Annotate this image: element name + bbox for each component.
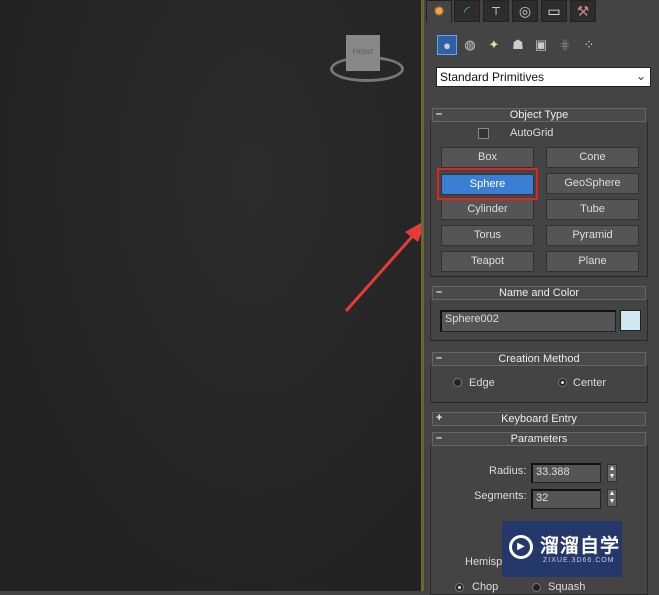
modify-icon: ◜ [464,2,470,19]
play-logo-icon: ▶ [509,535,533,559]
collapse-icon: – [436,352,443,364]
sphere-highlight-box [437,168,538,200]
edge-radio[interactable] [453,378,462,387]
collapse-icon: – [436,432,443,444]
object-name-input[interactable]: Sphere002 [440,310,616,332]
dropdown-value: Standard Primitives [440,70,545,84]
expand-icon: + [436,412,443,424]
name-color-rollout-header[interactable]: – Name and Color [432,286,646,300]
collapse-icon: – [436,286,443,298]
radius-spinner[interactable]: ▲ ▼ [607,464,617,482]
chevron-down-icon: ⌄ [635,69,646,83]
keyboard-entry-rollout-header[interactable]: + Keyboard Entry [432,412,646,426]
display-icon: ▭ [547,2,561,19]
object-type-rollout-header[interactable]: – Object Type [432,108,646,122]
motion-icon: ◎ [518,2,532,19]
torus-button[interactable]: Torus [441,225,534,246]
watermark-url: ZIXUE.3D66.COM [543,557,615,564]
hierarchy-icon: ⊤ [491,5,501,18]
box-button[interactable]: Box [441,147,534,168]
plane-button[interactable]: Plane [546,251,639,272]
helpers-icon[interactable]: ▣ [531,35,551,55]
autogrid-checkbox[interactable] [478,128,489,139]
chop-label: Chop [472,581,499,593]
watermark-text: 溜溜自学 [540,536,621,557]
hierarchy-tab[interactable]: ⊤ [483,0,509,22]
utilities-tab[interactable]: ⚒ [570,0,596,22]
geosphere-button[interactable]: GeoSphere [546,173,639,194]
edge-label: Edge [469,377,495,389]
squash-label: Squash [548,581,586,593]
lights-icon[interactable]: ✦ [484,35,504,55]
creation-method-rollout [430,365,648,403]
utilities-icon: ⚒ [576,2,590,19]
radius-input[interactable]: 33.388 [531,463,601,483]
cone-button[interactable]: Cone [546,147,639,168]
center-radio[interactable] [558,378,567,387]
geometry-icon[interactable]: ● [437,35,457,55]
cylinder-button[interactable]: Cylinder [441,199,534,220]
object-color-swatch[interactable] [620,310,641,331]
space-warps-icon[interactable]: ⋕ [555,35,575,55]
rollout-title: Keyboard Entry [501,413,577,425]
teapot-button[interactable]: Teapot [441,251,534,272]
tube-button[interactable]: Tube [546,199,639,220]
create-icon: ✹ [433,3,445,19]
segments-spinner[interactable]: ▲ ▼ [607,489,617,507]
rollout-title: Name and Color [498,287,580,299]
command-panel: ✹ ◜ ⊤ ◎ ▭ ⚒ ● ◍ ✦ ☗ ▣ ⋕ ⁘ Standard Primi… [424,0,659,595]
shapes-icon[interactable]: ◍ [460,35,480,55]
annotation-arrow [344,222,421,312]
create-tab[interactable]: ✹ [426,0,452,22]
autogrid-label: AutoGrid [510,127,554,139]
watermark: ▶ 溜溜自学 ZIXUE.3D66.COM [502,521,622,577]
motion-tab[interactable]: ◎ [512,0,538,22]
rollout-title: Object Type [509,109,569,121]
rollout-title: Creation Method [498,353,580,365]
collapse-icon: – [436,108,443,120]
center-label: Center [573,377,607,389]
modify-tab[interactable]: ◜ [454,0,480,22]
pyramid-button[interactable]: Pyramid [546,225,639,246]
segments-input[interactable]: 32 [531,489,601,509]
parameters-rollout-header[interactable]: – Parameters [432,432,646,446]
radius-label: Radius: [489,465,527,477]
cameras-icon[interactable]: ☗ [508,35,528,55]
viewport[interactable]: FRONT [0,0,421,591]
display-tab[interactable]: ▭ [541,0,567,22]
systems-icon[interactable]: ⁘ [579,35,599,55]
creation-method-rollout-header[interactable]: – Creation Method [432,352,646,366]
segments-label: Segments: [474,490,527,502]
category-dropdown[interactable]: Standard Primitives ⌄ [436,67,651,87]
rollout-title: Parameters [510,433,568,445]
